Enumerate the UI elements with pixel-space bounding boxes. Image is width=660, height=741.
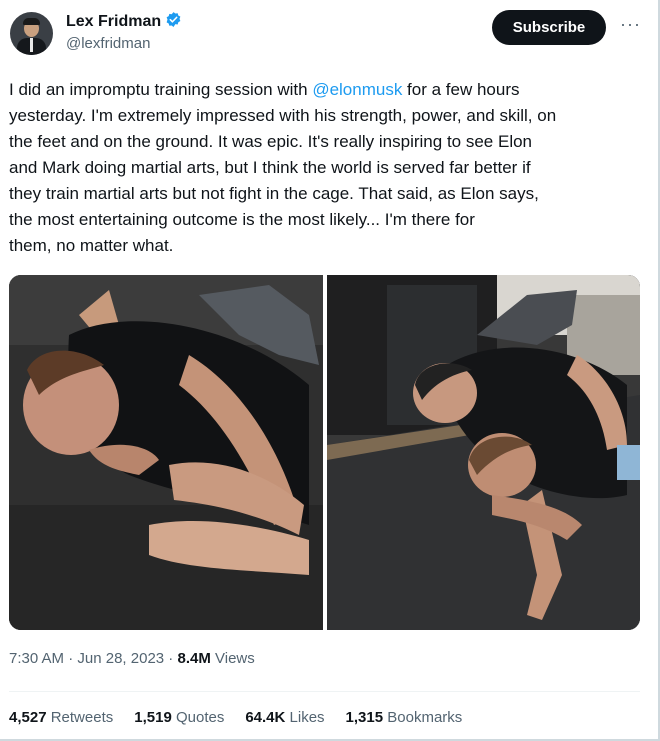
quotes-stat[interactable]: 1,519 Quotes (134, 709, 224, 726)
photo-1[interactable] (9, 275, 323, 630)
tweet-line: they train martial arts but not fight in… (9, 184, 539, 203)
avatar[interactable] (10, 12, 53, 55)
engagement-stats: 4,527 Retweets 1,519 Quotes 64.4K Likes … (9, 709, 483, 726)
media-grid (9, 275, 640, 630)
tweet-line: the feet and on the ground. It was epic.… (9, 132, 532, 151)
more-options-icon[interactable]: ··· (620, 14, 641, 35)
mention-link[interactable]: @elonmusk (312, 80, 402, 99)
views-count[interactable]: 8.4M (177, 650, 210, 667)
tweet-date[interactable]: Jun 28, 2023 (77, 650, 164, 667)
retweets-stat[interactable]: 4,527 Retweets (9, 709, 113, 726)
tweet-line: yesterday. I'm extremely impressed with … (9, 106, 557, 125)
subscribe-button[interactable]: Subscribe (492, 10, 606, 45)
author-name[interactable]: Lex Fridman (66, 13, 161, 31)
tweet-line: them, no matter what. (9, 236, 174, 255)
photo-2[interactable] (327, 275, 640, 630)
author-handle[interactable]: @lexfridman (66, 35, 150, 52)
tweet-line: and Mark doing martial arts, but I think… (9, 158, 531, 177)
tweet-time[interactable]: 7:30 AM (9, 650, 64, 667)
likes-stat[interactable]: 64.4K Likes (245, 709, 324, 726)
author-row: Lex Fridman (66, 11, 182, 33)
divider (9, 691, 640, 692)
bookmarks-stat[interactable]: 1,315 Bookmarks (346, 709, 463, 726)
verified-badge-icon (165, 11, 182, 33)
tweet-line: the most entertaining outcome is the mos… (9, 210, 475, 229)
views-label: Views (210, 650, 255, 667)
timestamp-row: 7:30 AM · Jun 28, 2023 · 8.4M Views (9, 650, 255, 667)
tweet-line: I did an impromptu training session with… (9, 80, 520, 99)
tweet-text: I did an impromptu training session with… (9, 77, 644, 259)
